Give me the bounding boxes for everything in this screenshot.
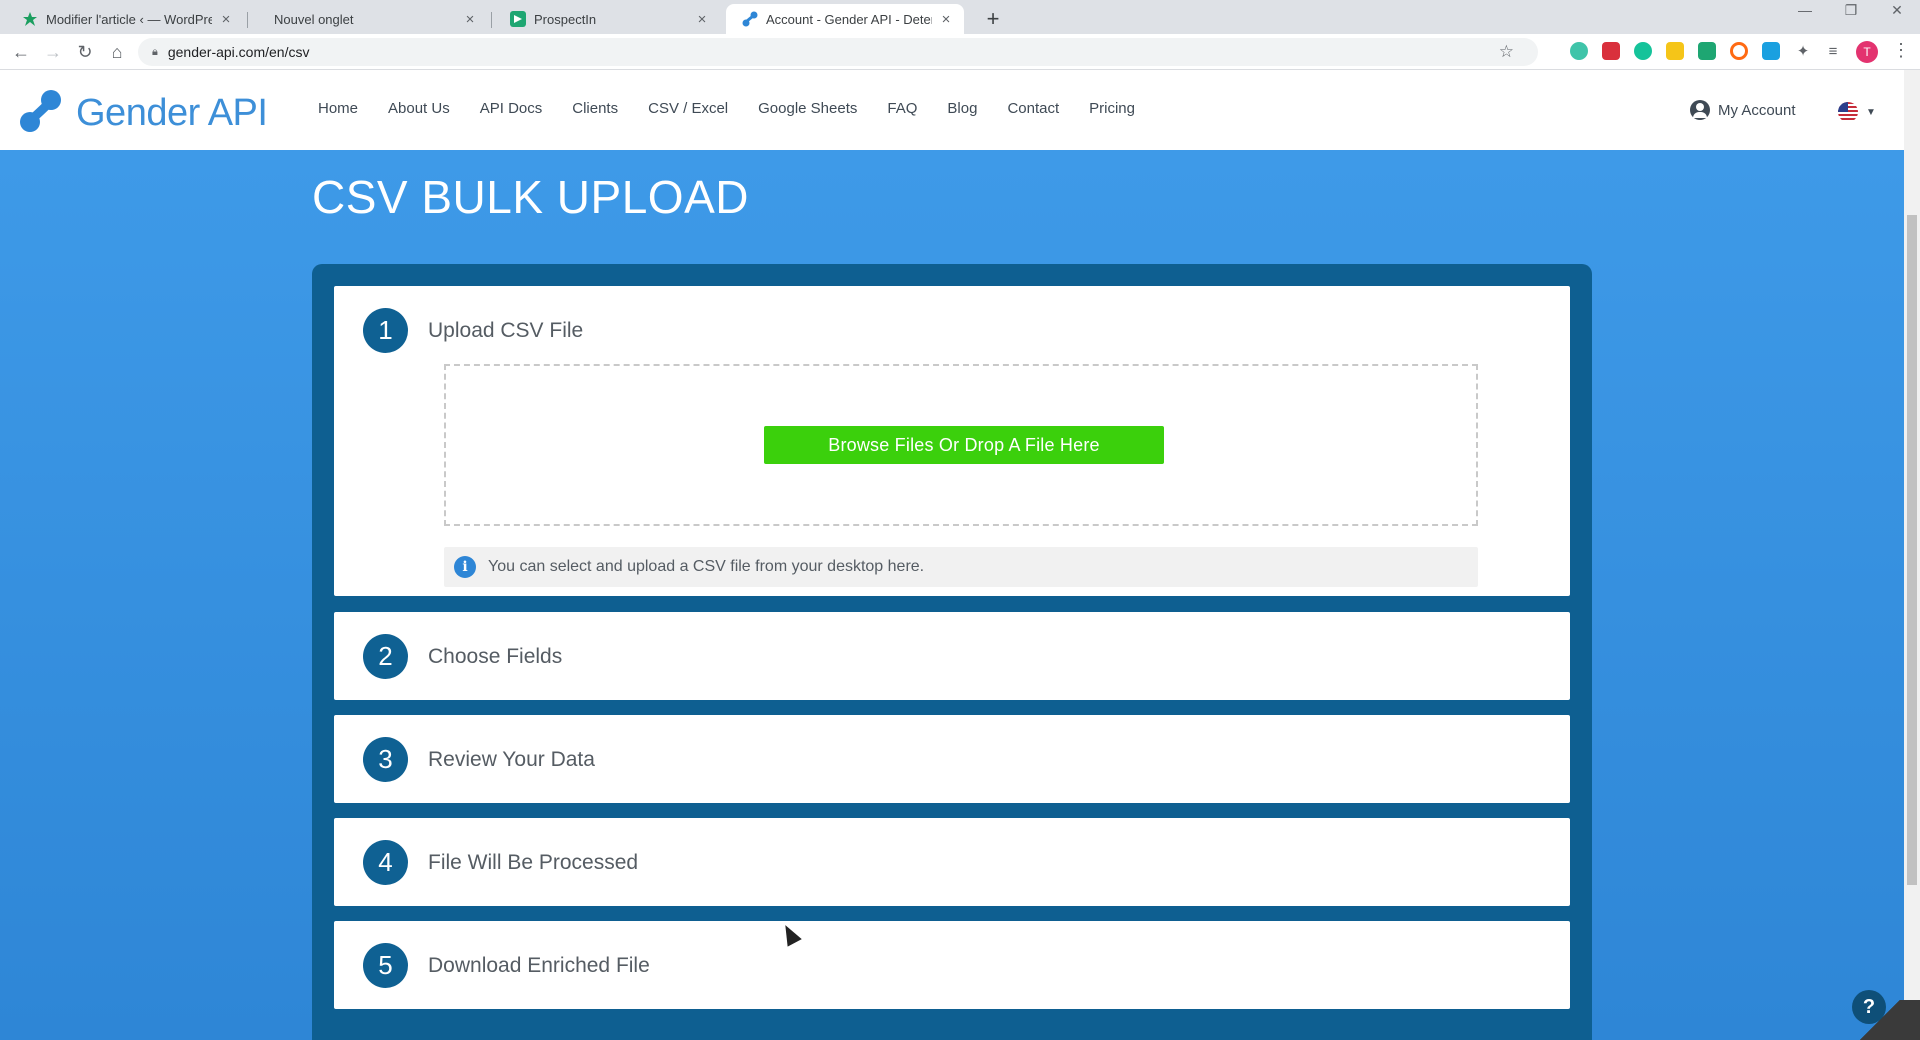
steps-panel: 1 Upload CSV File Browse Files Or Drop A… [312, 264, 1592, 1040]
browse-files-button[interactable]: Browse Files Or Drop A File Here [764, 426, 1164, 464]
nav-blog[interactable]: Blog [947, 100, 977, 117]
gender-api-logo-icon [18, 88, 64, 139]
tab-title: ProspectIn [534, 11, 597, 27]
step-number: 5 [363, 943, 408, 988]
step-number: 3 [363, 737, 408, 782]
step-number: 2 [363, 634, 408, 679]
minimize-button[interactable]: — [1782, 2, 1828, 18]
extension-icon[interactable] [1570, 42, 1588, 60]
prospectin-extension-icon[interactable] [1698, 42, 1716, 60]
language-selector[interactable]: ▼ [1838, 102, 1876, 122]
home-icon[interactable]: ⌂ [106, 41, 128, 63]
main-content: CSV BULK UPLOAD 1 Upload CSV File Browse… [0, 150, 1904, 1040]
step-header: 5 Download Enriched File [363, 943, 650, 988]
address-bar[interactable]: 🔒︎ gender-api.com/en/csv ☆ [138, 38, 1538, 66]
media-control-icon[interactable]: ≡ [1822, 41, 1844, 63]
step-number: 1 [363, 308, 408, 353]
us-flag-icon [1838, 102, 1858, 122]
tab-gender-api[interactable]: Account - Gender API - Determin × [726, 4, 964, 34]
step-review-data[interactable]: 3 Review Your Data [334, 715, 1570, 803]
reload-icon[interactable]: ↻ [74, 41, 96, 63]
window-close-button[interactable]: ✕ [1874, 2, 1920, 19]
tab-title: Account - Gender API - Determin [766, 11, 932, 27]
nav-about-us[interactable]: About Us [388, 100, 450, 117]
nav-clients[interactable]: Clients [572, 100, 618, 117]
logo-text: Gender API [76, 92, 268, 134]
close-icon[interactable]: × [218, 11, 234, 28]
extension-icon[interactable] [1762, 42, 1780, 60]
nav-google-sheets[interactable]: Google Sheets [758, 100, 857, 117]
step-title: Download Enriched File [428, 953, 650, 977]
profile-avatar[interactable]: T [1856, 41, 1878, 63]
prospectin-icon [510, 11, 526, 27]
new-tab-button[interactable]: + [980, 6, 1006, 32]
nav-faq[interactable]: FAQ [887, 100, 917, 117]
step-choose-fields[interactable]: 2 Choose Fields [334, 612, 1570, 700]
step-title: Review Your Data [428, 747, 595, 771]
menu-kebab-icon[interactable]: ⋮ [1892, 40, 1910, 61]
file-dropzone[interactable]: Browse Files Or Drop A File Here [444, 364, 1478, 526]
nav-contact[interactable]: Contact [1007, 100, 1059, 117]
grammarly-icon[interactable] [1634, 42, 1652, 60]
url-text: gender-api.com/en/csv [167, 44, 310, 60]
extension-icon[interactable] [1666, 42, 1684, 60]
step-header: 2 Choose Fields [363, 634, 562, 679]
site-logo[interactable]: Gender API [18, 88, 268, 139]
nav-home[interactable]: Home [318, 100, 358, 117]
step-header: 1 Upload CSV File [363, 308, 583, 353]
step-header: 3 Review Your Data [363, 737, 595, 782]
tab-title: Modifier l'article ‹ — WordPress [46, 11, 212, 27]
step-title: Upload CSV File [428, 318, 584, 342]
chevron-down-icon: ▼ [1866, 106, 1876, 118]
help-button[interactable]: ? [1852, 990, 1886, 1024]
tab-separator [247, 12, 248, 28]
main-nav: Home About Us API Docs Clients CSV / Exc… [318, 100, 1165, 117]
step-header: 4 File Will Be Processed [363, 840, 638, 885]
site-header: Gender API Home About Us API Docs Client… [0, 70, 1904, 150]
extension-icon[interactable] [1730, 42, 1748, 60]
tab-wordpress[interactable]: Modifier l'article ‹ — WordPress × [6, 4, 244, 34]
tab-prospectin[interactable]: ProspectIn × [494, 4, 720, 34]
info-text: You can select and upload a CSV file fro… [488, 558, 925, 575]
gender-api-icon [742, 11, 758, 27]
step-title: Choose Fields [428, 644, 563, 668]
step-title: File Will Be Processed [428, 850, 639, 874]
scrollbar-thumb[interactable] [1907, 215, 1917, 885]
close-icon[interactable]: × [462, 11, 478, 28]
page-title: CSV BULK UPLOAD [312, 171, 749, 223]
step-download-file[interactable]: 5 Download Enriched File [334, 921, 1570, 1009]
browser-toolbar: ← → ↻ ⌂ 🔒︎ gender-api.com/en/csv ☆ ✦ ≡ T… [0, 34, 1920, 70]
step-upload-csv: 1 Upload CSV File Browse Files Or Drop A… [334, 286, 1570, 596]
user-circle-icon [1690, 100, 1710, 120]
step-number: 4 [363, 840, 408, 885]
account-label: My Account [1718, 101, 1796, 119]
tab-separator [491, 12, 492, 28]
restore-button[interactable]: ❐ [1828, 2, 1874, 19]
info-message: i You can select and upload a CSV file f… [444, 547, 1478, 587]
lock-icon: 🔒︎ [152, 45, 158, 58]
close-icon[interactable]: × [938, 11, 954, 28]
nav-pricing[interactable]: Pricing [1089, 100, 1135, 117]
bookmark-star-icon[interactable]: ☆ [1499, 42, 1514, 62]
back-arrow-icon[interactable]: ← [10, 41, 32, 63]
nav-api-docs[interactable]: API Docs [480, 100, 543, 117]
my-account-link[interactable]: My Account [1690, 100, 1796, 120]
tab-new-tab[interactable]: Nouvel onglet × [250, 4, 488, 34]
extension-icon[interactable] [1602, 42, 1620, 60]
extensions-puzzle-icon[interactable]: ✦ [1792, 41, 1814, 63]
tab-title: Nouvel onglet [274, 11, 354, 27]
forward-arrow-icon[interactable]: → [42, 41, 64, 63]
close-icon[interactable]: × [694, 11, 710, 28]
nav-csv-excel[interactable]: CSV / Excel [648, 100, 728, 117]
info-icon: i [454, 556, 476, 578]
wordpress-icon [22, 11, 38, 27]
step-file-processed[interactable]: 4 File Will Be Processed [334, 818, 1570, 906]
browser-tabstrip: Modifier l'article ‹ — WordPress × Nouve… [0, 0, 1920, 34]
